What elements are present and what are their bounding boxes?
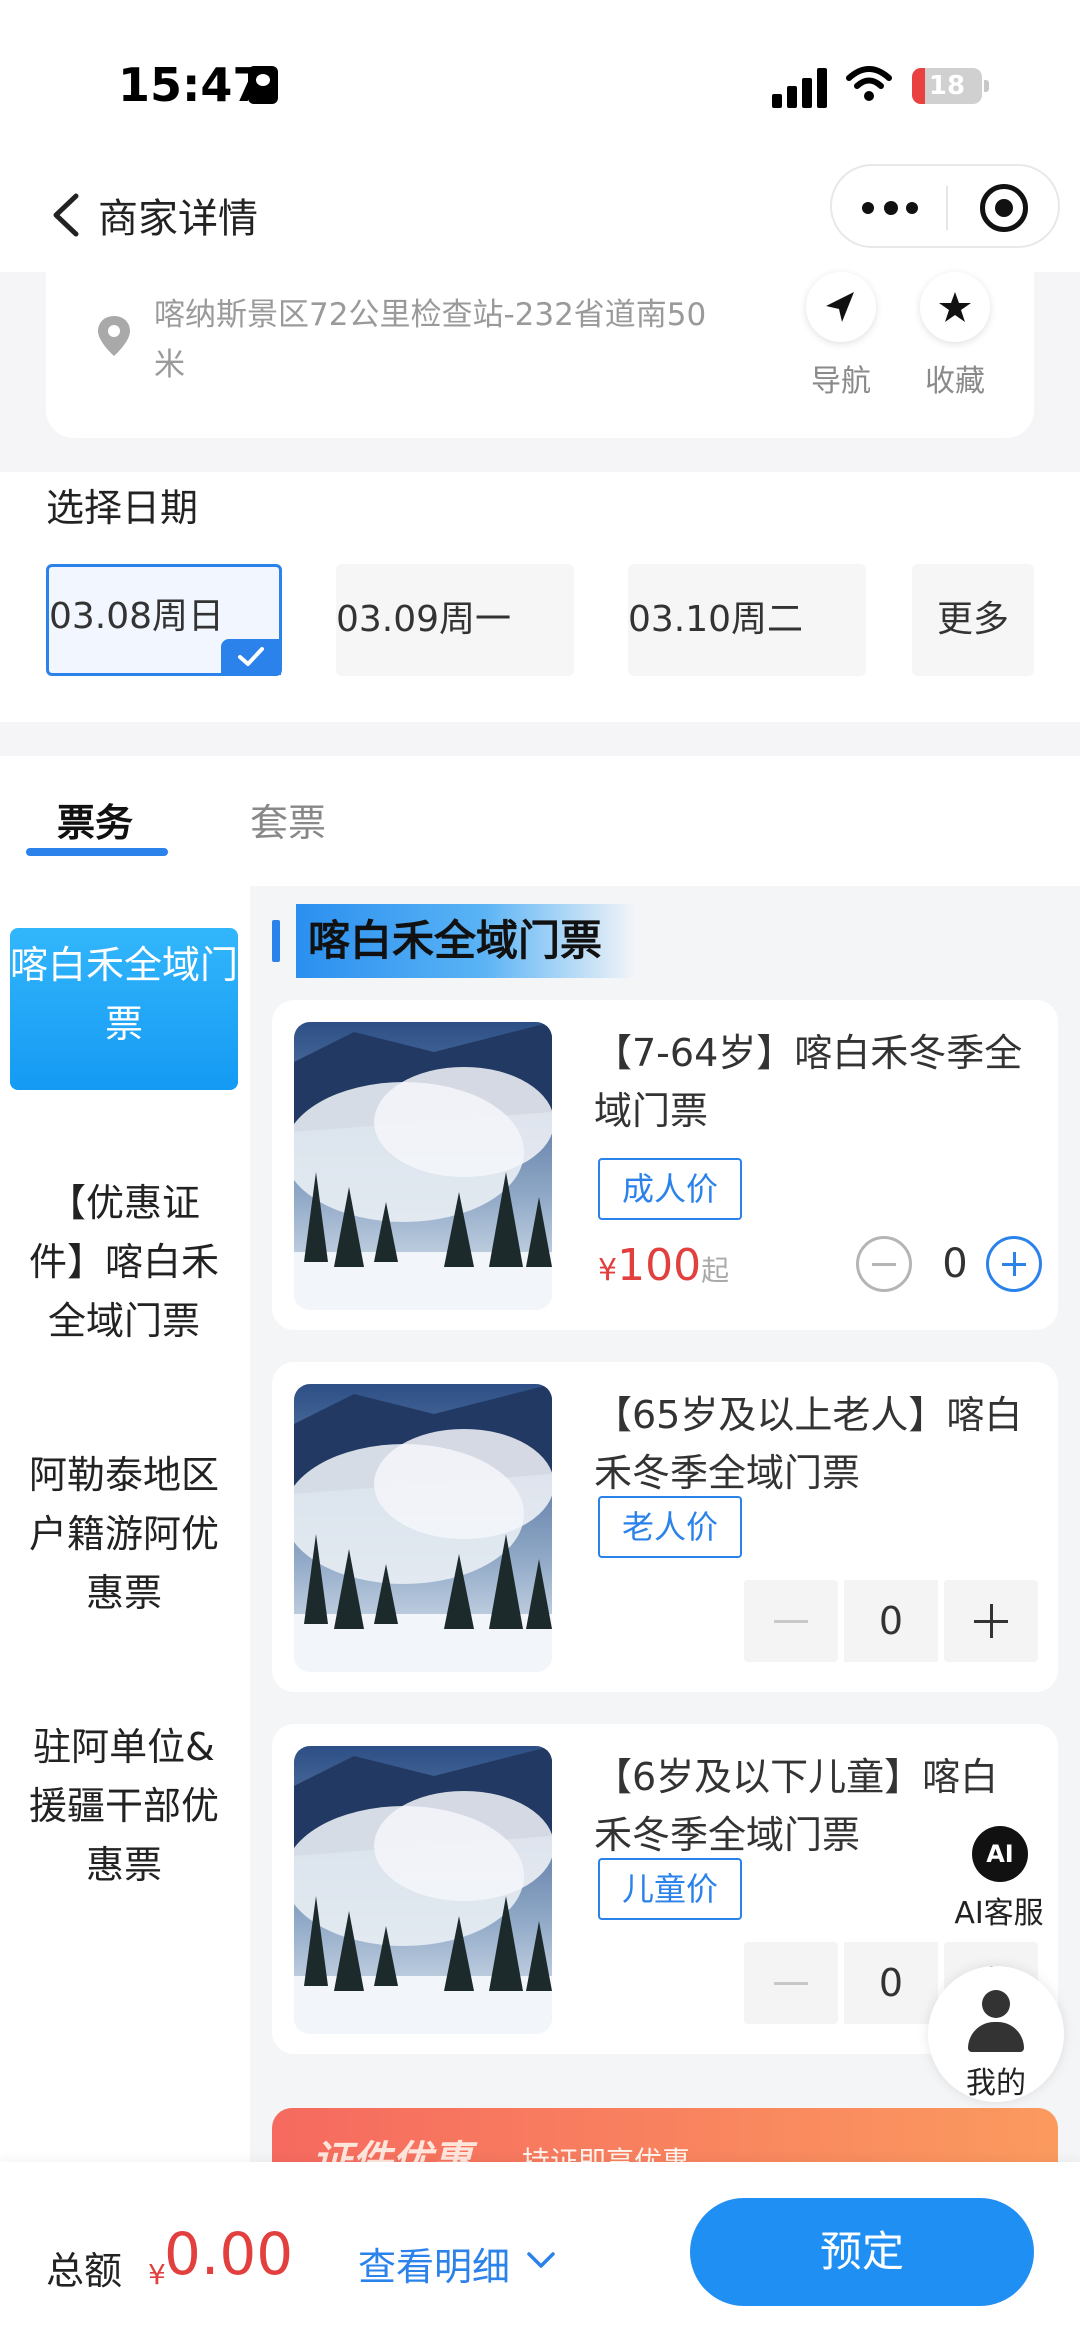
- view-details-link[interactable]: 查看明细: [358, 2236, 510, 2291]
- address-text: 喀纳斯景区72公里检查站-232省道南50米: [154, 297, 707, 383]
- price-symbol: ¥: [598, 1253, 618, 1288]
- date-label: 03.08周日: [49, 596, 225, 637]
- navigate-button[interactable]: 导航: [806, 272, 876, 400]
- favorite-button[interactable]: 收藏: [920, 272, 990, 400]
- price-type-tag: 成人价: [598, 1158, 743, 1220]
- date-chip[interactable]: 03.10周二: [628, 564, 866, 676]
- promo-subtitle: 持证即享优惠: [522, 2145, 691, 2162]
- status-bar: 15:47 18: [0, 0, 1080, 160]
- favorite-label: 收藏: [925, 364, 985, 399]
- chevron-down-icon[interactable]: [526, 2248, 556, 2272]
- total-amount: 0.00: [164, 2220, 294, 2288]
- person-icon: [982, 1990, 1010, 2018]
- plus-icon[interactable]: [986, 1236, 1042, 1292]
- minus-button[interactable]: [744, 1942, 838, 2024]
- favorite-icon-circle: [920, 272, 990, 342]
- price-type-tag: 老人价: [598, 1496, 743, 1558]
- ai-service-label: AI客服: [954, 1896, 1044, 1931]
- checkout-bar: 总额 ¥ 0.00 查看明细 预定: [0, 2162, 1080, 2348]
- back-arrow-icon[interactable]: [48, 190, 84, 240]
- my-profile-label: 我的: [966, 2066, 1026, 2101]
- my-profile-button[interactable]: 我的: [928, 1966, 1064, 2102]
- section-accent-bar: [272, 920, 280, 962]
- star-icon: [939, 292, 971, 322]
- quantity-value: 0: [844, 1942, 938, 2024]
- plus-button[interactable]: [944, 1580, 1038, 1662]
- battery-cap: [984, 80, 989, 92]
- battery-icon: 18: [912, 68, 982, 104]
- navigate-label: 导航: [811, 364, 871, 399]
- status-time: 15:47: [118, 58, 265, 112]
- minus-icon[interactable]: [856, 1236, 912, 1292]
- price-value: 100: [617, 1240, 702, 1291]
- date-section: 选择日期 03.08周日 03.09周一 03.10周二 更多: [0, 472, 1080, 722]
- ticket-card[interactable]: 【65岁及以上老人】喀白禾冬季全域门票 老人价 0: [272, 1362, 1058, 1692]
- person-icon-body: [968, 2022, 1024, 2052]
- price-type-tag: 儿童价: [598, 1858, 743, 1920]
- promo-banner[interactable]: 证件优惠 持证即享优惠: [272, 2108, 1058, 2162]
- page-title: 商家详情: [98, 196, 258, 242]
- location-pin-icon: [98, 316, 130, 356]
- wifi-icon: [846, 66, 892, 101]
- price-suffix: 起: [701, 1254, 730, 1287]
- category-item[interactable]: 【优惠证件】喀白禾全域门票: [10, 1174, 238, 1351]
- location-section: 喀纳斯景区72公里检查站-232省道南50米 导航 收藏: [0, 272, 1080, 442]
- check-icon: [221, 639, 281, 675]
- date-label: 03.09周一: [336, 599, 512, 640]
- tab-underline: [26, 848, 168, 856]
- category-sidebar: 喀白禾全域门票 【优惠证件】喀白禾全域门票 阿勒泰地区户籍游阿优惠票 驻阿单位&…: [0, 886, 250, 2162]
- total-label: 总额: [46, 2249, 123, 2293]
- date-chip[interactable]: 03.09周一: [336, 564, 574, 676]
- quantity-value: 0: [844, 1580, 938, 1662]
- ticket-list: 喀白禾全域门票 【7-64岁】喀白禾冬季全域门票 成人价 ¥100起 0 【65…: [250, 886, 1080, 2162]
- quantity-value: 0: [942, 1241, 968, 1287]
- scenery-image: [294, 1384, 552, 1672]
- ticket-price: ¥100起: [598, 1240, 729, 1291]
- category-item[interactable]: 阿勒泰地区户籍游阿优惠票: [10, 1446, 238, 1623]
- ticket-name: 【7-64岁】喀白禾冬季全域门票: [594, 1031, 1023, 1133]
- category-item-active[interactable]: 喀白禾全域门票: [10, 928, 238, 1090]
- nav-bar: 商家详情: [0, 160, 1080, 272]
- target-icon[interactable]: [980, 184, 1028, 232]
- tab-packages[interactable]: 套票: [250, 792, 326, 847]
- id-card-icon: [248, 66, 278, 104]
- capsule-divider: [946, 186, 948, 230]
- mini-program-capsule: [830, 164, 1060, 248]
- date-heading: 选择日期: [46, 486, 199, 530]
- navigate-icon-circle: [806, 272, 876, 342]
- book-button[interactable]: 预定: [690, 2198, 1034, 2306]
- paper-plane-icon: [826, 292, 854, 322]
- section-title: 喀白禾全域门票: [296, 904, 636, 978]
- quantity-stepper: 0: [856, 1234, 1046, 1296]
- ticket-tabs: 票务 套票: [0, 756, 1080, 886]
- section-gap: [0, 722, 1080, 756]
- more-dots-icon[interactable]: [862, 192, 922, 222]
- ticket-card[interactable]: 【7-64岁】喀白禾冬季全域门票 成人价 ¥100起 0: [272, 1000, 1058, 1330]
- date-label: 03.10周二: [628, 599, 804, 640]
- cellular-signal-icon: [772, 66, 828, 108]
- scenery-image: [294, 1022, 552, 1310]
- tab-tickets[interactable]: 票务: [57, 792, 133, 847]
- ai-icon: AI: [972, 1826, 1028, 1882]
- location-card: 喀纳斯景区72公里检查站-232省道南50米 导航 收藏: [46, 272, 1034, 438]
- ai-service-button[interactable]: AI AI客服: [948, 1826, 1048, 1931]
- category-item[interactable]: 驻阿单位&援疆干部优惠票: [10, 1718, 238, 1895]
- ticket-name: 【65岁及以上老人】喀白禾冬季全域门票: [594, 1393, 1023, 1495]
- scenery-image: [294, 1746, 552, 2034]
- more-dates-button[interactable]: 更多: [912, 564, 1034, 676]
- quantity-stepper: 0: [744, 1580, 1038, 1662]
- section-gap: [0, 442, 1080, 472]
- date-chip-selected[interactable]: 03.08周日: [46, 564, 282, 676]
- battery-percent: 18: [928, 71, 966, 101]
- promo-title: 证件优惠: [312, 2138, 472, 2162]
- minus-button[interactable]: [744, 1580, 838, 1662]
